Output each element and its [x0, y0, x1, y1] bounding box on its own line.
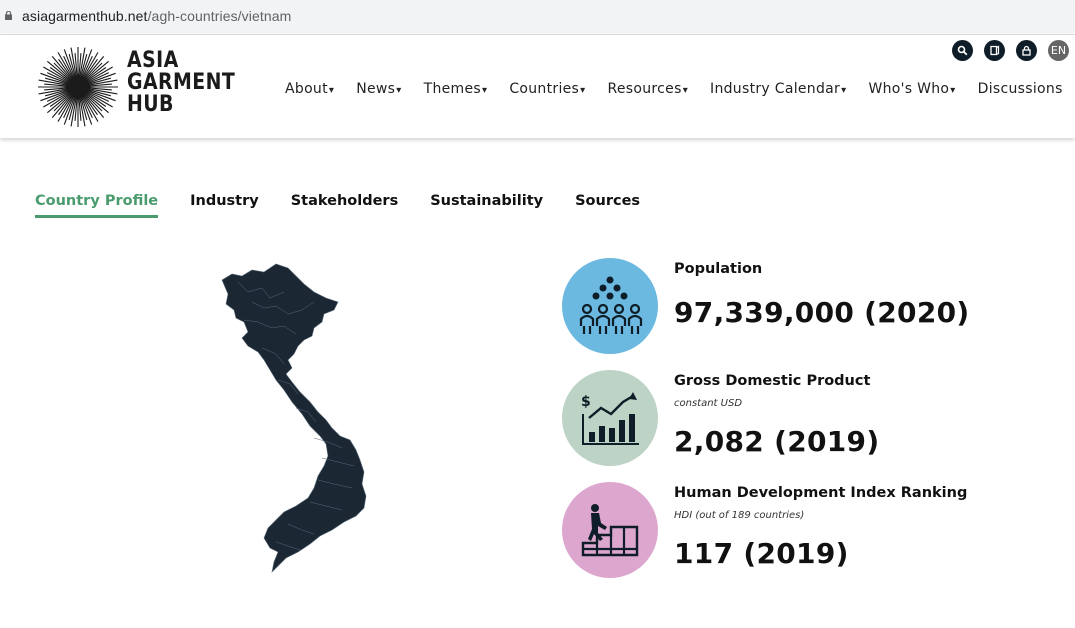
vietnam-map[interactable]: [218, 262, 370, 574]
stat-value: 2,082 (2019): [674, 425, 880, 458]
tab-country-profile[interactable]: Country Profile: [35, 193, 159, 218]
tab-sources[interactable]: Sources: [575, 193, 640, 218]
site-header: ASIA GARMENT HUB EN About▾ News▾ Themes▾…: [0, 34, 1075, 138]
climbing-stairs-icon: [562, 482, 658, 578]
url-path: /agh-countries/vietnam: [147, 8, 292, 24]
chevron-down-icon: ▾: [682, 85, 689, 96]
lock-icon: [5, 11, 12, 20]
nav-about[interactable]: About▾: [285, 81, 334, 97]
tab-stakeholders[interactable]: Stakeholders: [291, 193, 399, 218]
nav-industry-calendar[interactable]: Industry Calendar▾: [710, 81, 846, 97]
utility-icons: EN: [952, 40, 1069, 61]
nav-label: Themes: [423, 81, 481, 97]
nav-label: Who's Who: [868, 81, 950, 97]
nav-label: About: [285, 81, 328, 97]
logo-line: HUB: [127, 92, 174, 117]
stat-label: Human Development Index Ranking: [674, 485, 968, 501]
stat-value: 117 (2019): [674, 537, 849, 570]
chevron-down-icon: ▾: [950, 85, 956, 96]
stat-hdi: Human Development Index Ranking HDI (out…: [562, 482, 1032, 578]
nav-discussions[interactable]: Discussions: [978, 81, 1063, 97]
chevron-down-icon: ▾: [481, 85, 488, 96]
main-nav: About▾ News▾ Themes▾ Countries▾ Resource…: [285, 81, 1075, 97]
chevron-down-icon: ▾: [396, 85, 402, 96]
tab-industry[interactable]: Industry: [190, 193, 259, 218]
svg-text:$: $: [581, 394, 591, 410]
tab-sustainability[interactable]: Sustainability: [430, 193, 543, 218]
url-host: asiagarmenthub.net: [22, 8, 148, 24]
stat-value: 97,339,000 (2020): [674, 296, 970, 329]
nav-whos-who[interactable]: Who's Who▾: [868, 81, 955, 97]
chevron-down-icon: ▾: [328, 85, 335, 96]
nav-label: Countries: [509, 81, 580, 97]
nav-news[interactable]: News▾: [356, 81, 401, 97]
gdp-growth-icon: $: [562, 370, 658, 466]
nav-label: News: [356, 81, 396, 97]
nav-themes[interactable]: Themes▾: [424, 81, 488, 97]
url-text[interactable]: asiagarmenthub.net/agh-countries/vietnam: [22, 8, 291, 24]
chevron-down-icon: ▾: [580, 85, 586, 96]
nav-label: Discussions: [977, 81, 1063, 97]
stat-sublabel: constant USD: [674, 398, 743, 409]
logo-sunburst-icon[interactable]: [37, 46, 119, 128]
browser-address-bar[interactable]: asiagarmenthub.net/agh-countries/vietnam: [0, 0, 1075, 33]
site-logo[interactable]: ASIA GARMENT HUB: [127, 50, 235, 116]
chevron-down-icon: ▾: [841, 85, 847, 96]
stat-label: Gross Domestic Product: [674, 373, 871, 389]
stat-label: Population: [674, 261, 763, 277]
language-icon[interactable]: EN: [1048, 40, 1069, 61]
population-icon: [562, 258, 658, 354]
nav-label: Resources: [607, 81, 682, 97]
logo-line: ASIA: [127, 48, 179, 73]
stat-gdp: $ Gross Domestic Product constant USD 2,…: [562, 370, 1032, 466]
search-icon[interactable]: [952, 40, 973, 61]
country-tabs: Country Profile Industry Stakeholders Su…: [35, 193, 672, 218]
book-icon[interactable]: [984, 40, 1005, 61]
nav-resources[interactable]: Resources▾: [607, 81, 688, 97]
nav-label: Industry Calendar: [710, 81, 841, 97]
nav-countries[interactable]: Countries▾: [509, 81, 585, 97]
logo-line: GARMENT: [127, 70, 236, 95]
stat-sublabel: HDI (out of 189 countries): [674, 510, 805, 521]
stat-population: Population 97,339,000 (2020): [562, 258, 1032, 354]
lock-icon[interactable]: [1016, 40, 1037, 61]
